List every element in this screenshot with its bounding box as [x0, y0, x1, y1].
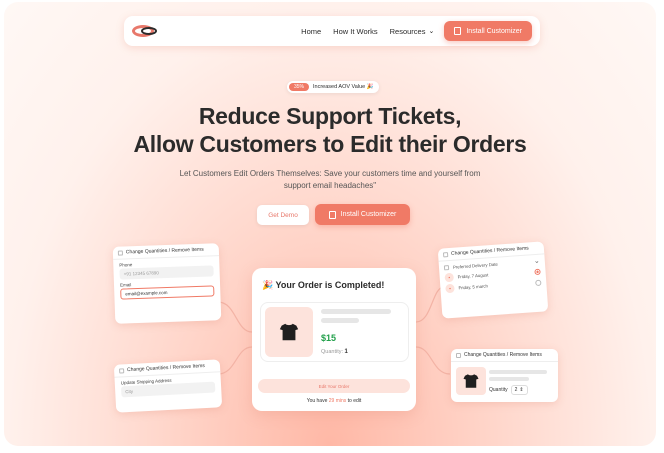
tshirt-icon	[279, 323, 299, 341]
shipping-address-card: Change Quantities / Remove Items Update …	[113, 359, 223, 413]
product-image	[265, 307, 313, 357]
calendar-icon: ▪	[445, 283, 455, 294]
checkbox[interactable]	[443, 264, 450, 270]
edit-order-button[interactable]: Edit Your Order	[258, 379, 410, 393]
checkbox[interactable]	[442, 251, 449, 257]
product-item: $15 Quantity: 1	[260, 302, 409, 362]
product-quantity: Quantity: 1	[321, 349, 348, 355]
change-quantity-card: Change Quantities / Remove Items Quantit…	[451, 349, 558, 402]
product-price: $15	[321, 333, 337, 343]
placeholder-bar	[489, 377, 529, 381]
placeholder-bar	[321, 309, 391, 314]
product-image	[456, 367, 486, 395]
placeholder-bar	[489, 370, 547, 374]
calendar-icon: ▪	[444, 272, 455, 283]
checkbox[interactable]	[117, 250, 123, 256]
tshirt-icon	[463, 374, 479, 388]
order-title: 🎉 Your Order is Completed!	[262, 280, 385, 290]
checkbox[interactable]	[118, 367, 125, 374]
edit-contact-card: Change Quantities / Remove Items Phone +…	[112, 243, 222, 324]
delivery-date-card: Change Quantities / Remove Items Preferr…	[437, 241, 549, 319]
email-field[interactable]: email@example.com	[120, 285, 215, 300]
placeholder-bar	[321, 318, 359, 323]
radio-unselected[interactable]	[535, 279, 542, 286]
order-completed-card: 🎉 Your Order is Completed! $15 Quantity:…	[252, 268, 416, 411]
radio-selected[interactable]	[534, 268, 541, 275]
chevron-updown-icon: ⇕	[519, 387, 524, 393]
time-left-note: You have 29 mins to edit	[306, 398, 362, 404]
chevron-down-icon: ⌄	[533, 257, 541, 266]
quantity-stepper[interactable]: 2 ⇕	[510, 385, 528, 395]
phone-field[interactable]: +91 12345 67890	[119, 265, 214, 280]
page-frame: Home How It Works Resources ⌄ Install Cus…	[4, 2, 656, 446]
checkbox[interactable]	[456, 352, 461, 358]
